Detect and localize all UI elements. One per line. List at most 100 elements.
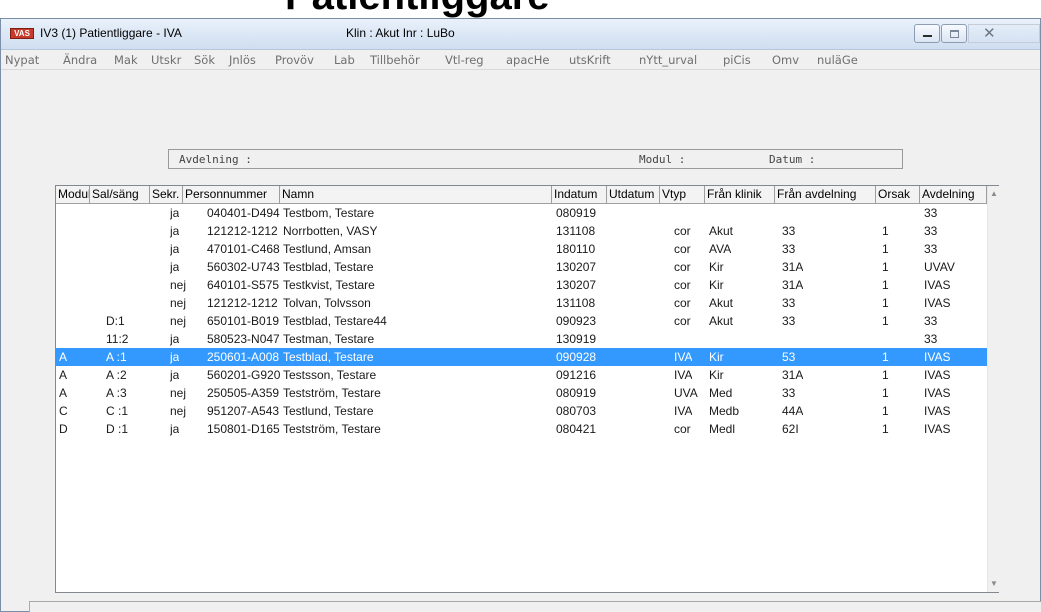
cell-modul: A: [59, 350, 68, 364]
cell-namn: Testström, Testare: [283, 422, 381, 436]
cell-vtyp: cor: [674, 314, 691, 328]
cell-orsak: 1: [882, 296, 889, 310]
menu-item-omv[interactable]: Omv: [772, 53, 799, 67]
cell-namn: Testström, Testare: [283, 386, 381, 400]
column-header-personnummer[interactable]: Personnummer: [183, 186, 280, 204]
table-row[interactable]: A A :2 ja 560201-G920 Testsson, Testare 09121…: [56, 366, 987, 384]
menu-item-vtl-reg[interactable]: Vtl-reg: [445, 53, 484, 67]
cell-sal-sang: C :1: [106, 404, 129, 418]
cell-namn: Testsson, Testare: [283, 368, 377, 382]
cell-vtyp: cor: [674, 278, 691, 292]
menu-item-lab[interactable]: Lab: [334, 53, 355, 67]
menu-item-andra[interactable]: Ändra: [63, 53, 97, 67]
minimize-icon: [923, 35, 932, 37]
cell-orsak: 1: [882, 314, 889, 328]
menu-item-tillbehor[interactable]: Tillbehör: [370, 53, 420, 67]
column-header-indatum[interactable]: Indatum: [552, 186, 607, 204]
table-row[interactable]: A A :3 nej 250505-A359 Testström, Testare 080…: [56, 384, 987, 402]
cell-sekr: nej: [170, 278, 187, 292]
menu-item-apache[interactable]: apacHe: [506, 53, 549, 67]
menu-item-nypat[interactable]: Nypat: [5, 53, 39, 67]
cell-indatum: 131108: [556, 296, 596, 310]
table-row[interactable]: nej 121212-1212 Tolvan, Tolvsson 131108 cor A…: [56, 294, 987, 312]
maximize-button[interactable]: [941, 24, 967, 43]
cell-fran-klinik: Medb: [709, 404, 740, 418]
table-header: Modul Sal/säng Sekr. Personnummer Namn I…: [56, 186, 987, 204]
table-row[interactable]: D:1 nej 650101-B019 Testblad, Testare44 0909…: [56, 312, 987, 330]
menu-item-nulage[interactable]: nuläGe: [817, 53, 858, 67]
menu-item-picis[interactable]: piCis: [723, 53, 751, 67]
column-header-sal-sang[interactable]: Sal/säng: [90, 186, 150, 204]
cell-vtyp: cor: [674, 422, 691, 436]
cell-avdelning: IVAS: [924, 404, 951, 418]
cell-orsak: 1: [882, 422, 889, 436]
cell-personnummer: 560201-G920: [207, 368, 281, 382]
column-header-vtyp[interactable]: Vtyp: [660, 186, 705, 204]
table-row[interactable]: ja 560302-U743 Testblad, Testare 130207 cor K…: [56, 258, 987, 276]
title-bar[interactable]: VAS IV3 (1) Patientliggare - IVA Klin : …: [1, 19, 1040, 50]
cell-personnummer: 580523-N047: [207, 332, 280, 346]
cell-indatum: 180110: [556, 242, 596, 256]
cell-sekr: ja: [170, 368, 180, 382]
cell-orsak: 1: [882, 242, 889, 256]
scroll-up-icon[interactable]: ▲: [988, 186, 1000, 202]
table-row[interactable]: C C :1 nej 951207-A543 Testlund, Testare 0807…: [56, 402, 987, 420]
cell-sekr: ja: [170, 224, 180, 238]
cell-namn: Testblad, Testare: [283, 260, 374, 274]
menu-item-provov[interactable]: Provöv: [275, 53, 314, 67]
column-header-namn[interactable]: Namn: [280, 186, 552, 204]
vertical-scrollbar[interactable]: ▲ ▼: [987, 186, 999, 592]
cell-fran-avdelning: 33: [782, 242, 796, 256]
cell-personnummer: 121212-1212: [207, 296, 278, 310]
minimize-button[interactable]: [914, 24, 940, 43]
cell-personnummer: 640101-S575: [207, 278, 280, 292]
column-header-avdelning[interactable]: Avdelning: [920, 186, 987, 204]
cell-vtyp: IVA: [674, 368, 693, 382]
cell-avdelning: IVAS: [924, 368, 951, 382]
cell-sekr: nej: [170, 386, 187, 400]
cell-sekr: ja: [170, 332, 180, 346]
menu-item-sok[interactable]: Sök: [194, 53, 215, 67]
cell-vtyp: IVA: [674, 350, 693, 364]
close-icon: ✕: [983, 24, 996, 42]
cell-orsak: 1: [882, 386, 889, 400]
menu-item-jnlos[interactable]: Jnlös: [229, 53, 256, 67]
cell-vtyp: IVA: [674, 404, 693, 418]
column-header-modul[interactable]: Modul: [56, 186, 90, 204]
table-row[interactable]: A A :1 ja 250601-A008 Testblad, Testare 09092…: [56, 348, 987, 366]
column-header-sekr[interactable]: Sekr.: [150, 186, 183, 204]
menu-item-utskr[interactable]: Utskr: [151, 53, 181, 67]
column-header-orsak[interactable]: Orsak: [876, 186, 920, 204]
cell-fran-klinik: AVA: [709, 242, 732, 256]
table-row[interactable]: ja 121212-1212 Norrbotten, VASY 131108 cor Ak…: [56, 222, 987, 240]
app-logo-icon: VAS: [10, 28, 34, 39]
column-header-fran-klinik[interactable]: Från klinik: [705, 186, 775, 204]
column-header-fran-avdelning[interactable]: Från avdelning: [775, 186, 876, 204]
scroll-down-icon[interactable]: ▼: [988, 576, 1000, 592]
cell-indatum: 130207: [556, 260, 597, 274]
table-row[interactable]: ja 040401-D494 Testbom, Testare 080919 33: [56, 204, 987, 222]
window-title: IV3 (1) Patientliggare - IVA: [40, 26, 182, 40]
cell-orsak: 1: [882, 404, 889, 418]
menu-item-utskrift[interactable]: utsKrift: [569, 53, 611, 67]
table-row[interactable]: ja 470101-C468 Testlund, Amsan 180110 cor AVA…: [56, 240, 987, 258]
column-header-utdatum[interactable]: Utdatum: [607, 186, 660, 204]
menu-item-nytt-urval[interactable]: nYtt_urval: [639, 53, 697, 67]
cell-orsak: 1: [882, 260, 889, 274]
menu-item-mak[interactable]: Mak: [114, 53, 138, 67]
cell-indatum: 131108: [556, 224, 596, 238]
patient-table[interactable]: Modul Sal/säng Sekr. Personnummer Namn I…: [55, 185, 999, 593]
table-row[interactable]: nej 640101-S575 Testkvist, Testare 130207 co…: [56, 276, 987, 294]
cell-fran-avdelning: 31A: [782, 278, 804, 292]
document-header-text: Patientliggare: [285, 0, 550, 18]
cell-indatum: 130207: [556, 278, 597, 292]
filter-panel: Avdelning : Modul : Datum :: [168, 149, 903, 169]
cell-namn: Testlund, Amsan: [283, 242, 372, 256]
cell-personnummer: 040401-D494: [207, 206, 280, 220]
cell-orsak: 1: [882, 224, 889, 238]
table-row[interactable]: 11:2 ja 580523-N047 Testman, Testare 130919 3…: [56, 330, 987, 348]
cell-indatum: 080703: [556, 404, 597, 418]
close-button[interactable]: ✕: [968, 24, 1040, 43]
table-row[interactable]: D D :1 ja 150801-D165 Testström, Testare 0804…: [56, 420, 987, 438]
cell-sal-sang: A :1: [106, 350, 127, 364]
